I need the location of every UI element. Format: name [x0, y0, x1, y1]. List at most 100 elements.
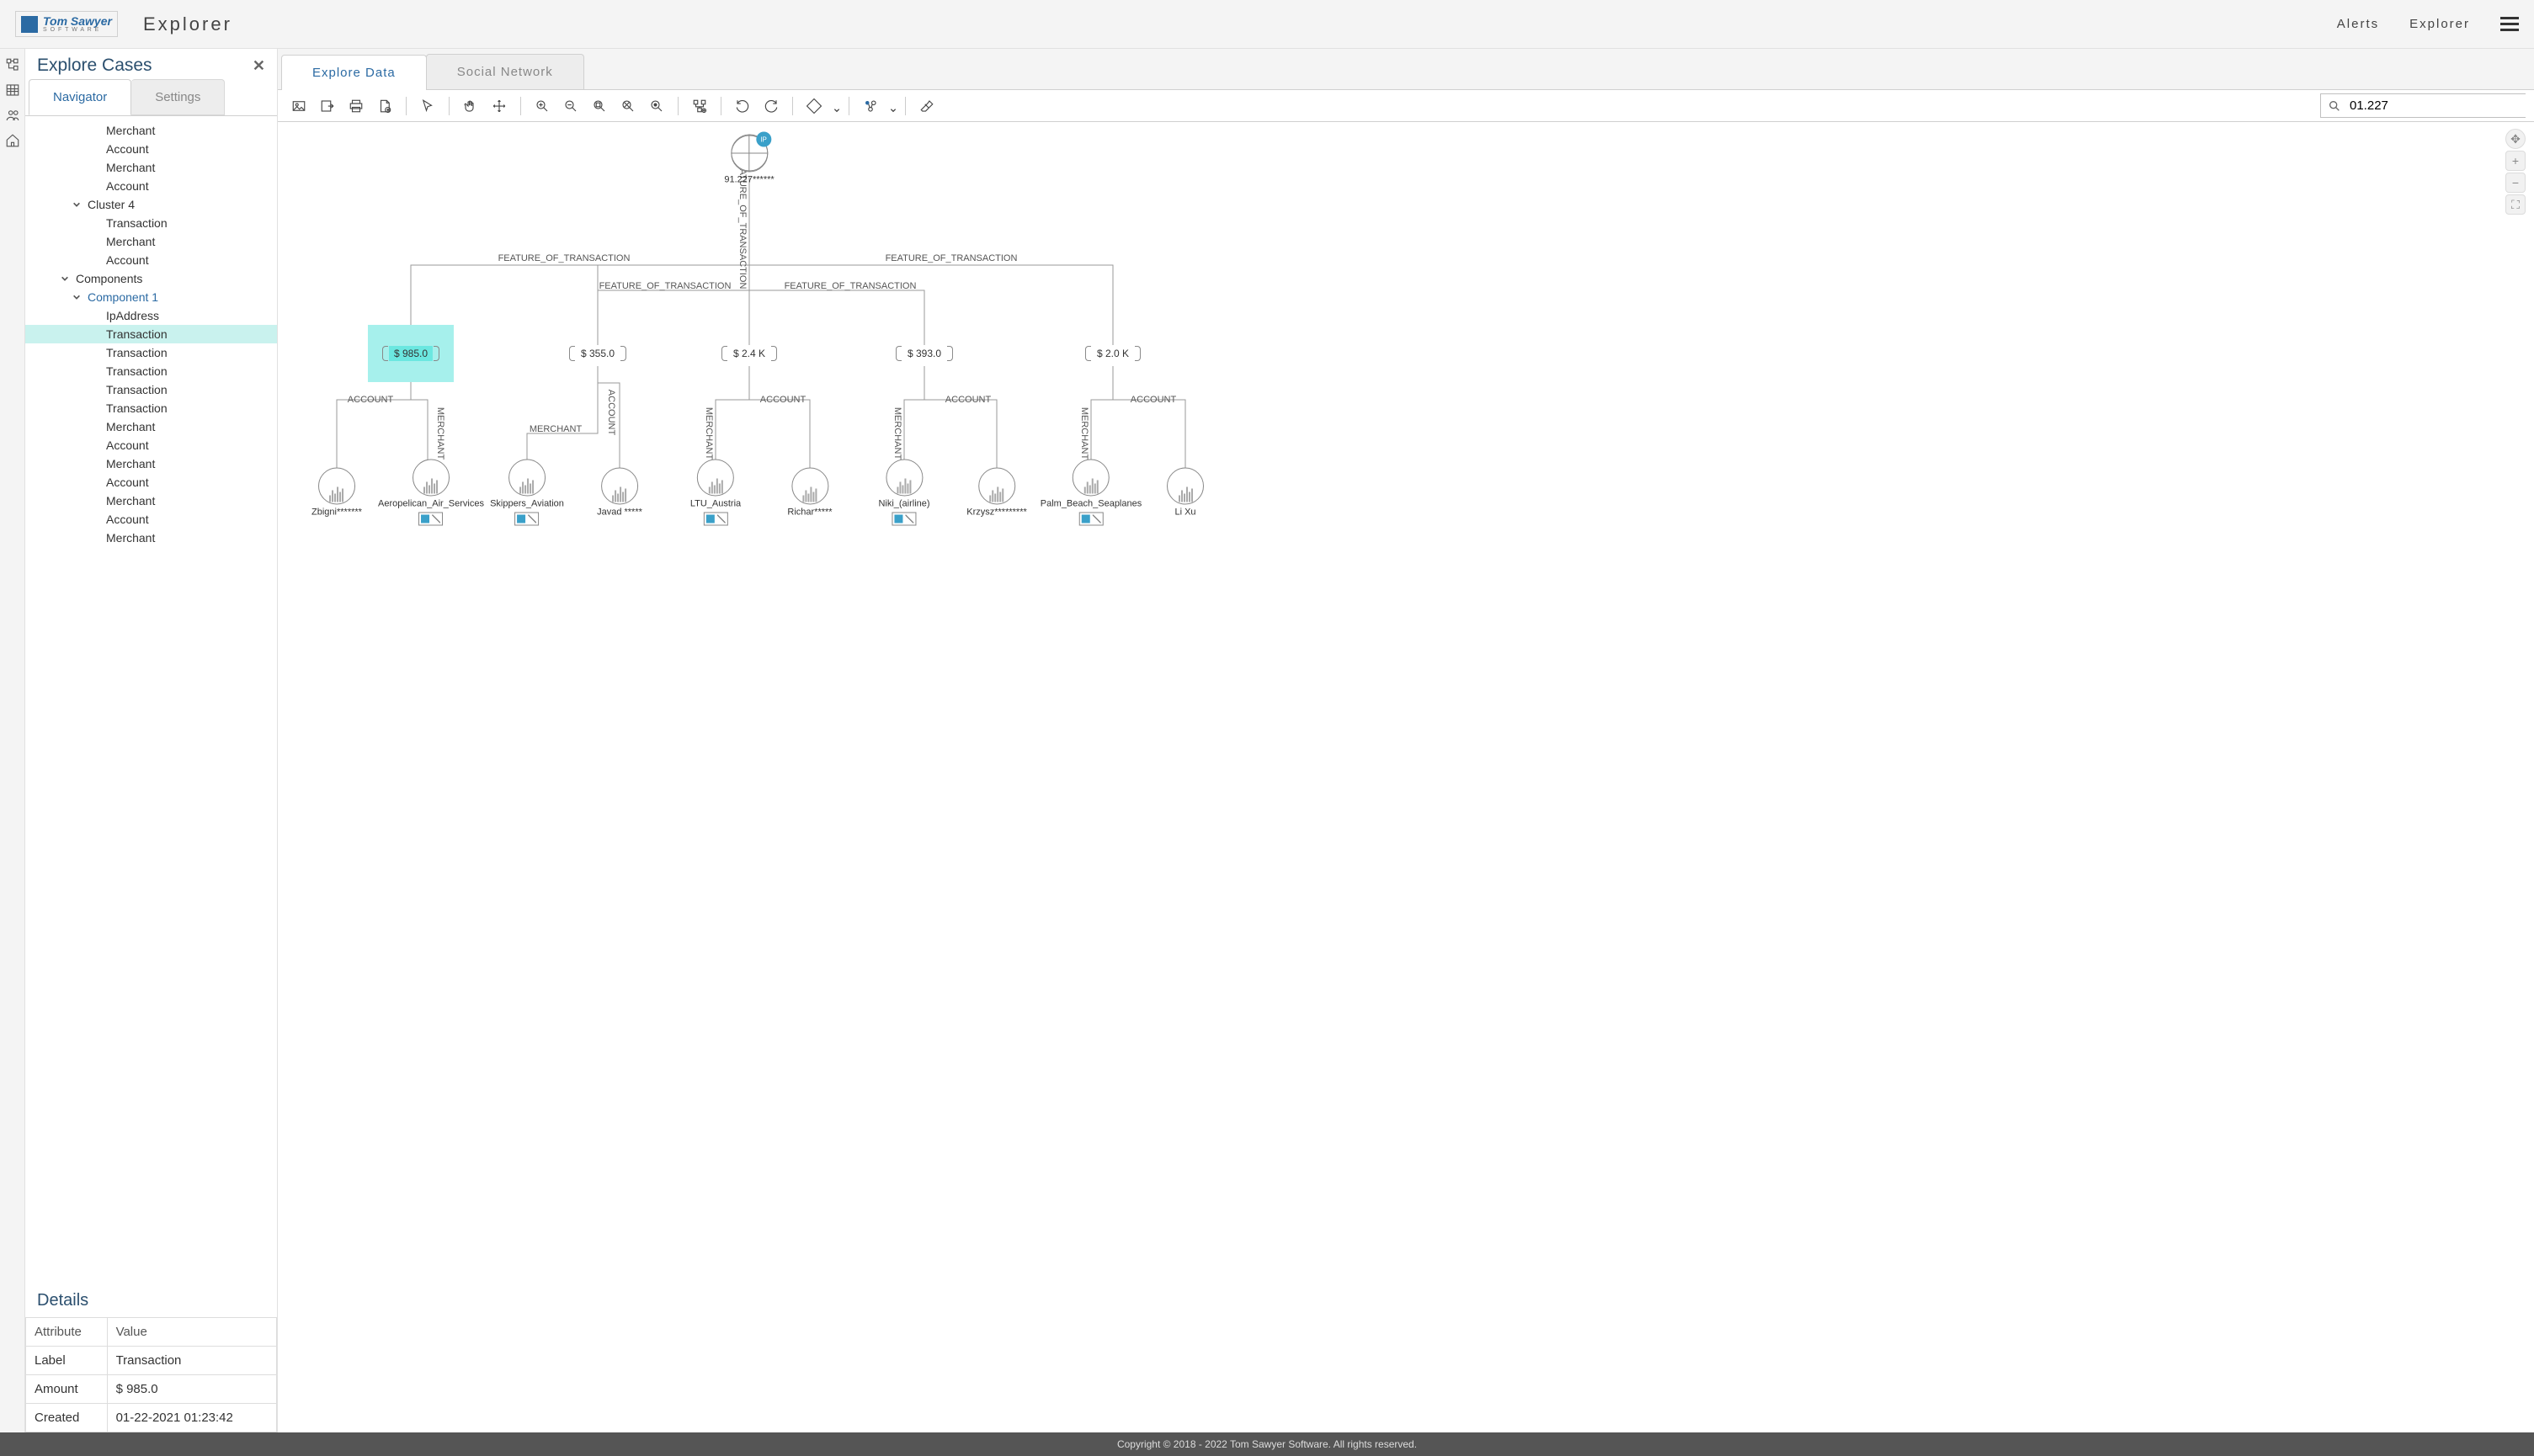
node-account[interactable]: Li Xu	[1167, 468, 1204, 518]
details-cell: Amount	[26, 1375, 108, 1404]
sidebar: Explore Cases ✕ Navigator Settings Merch…	[25, 49, 278, 1432]
tab-explore-data[interactable]: Explore Data	[281, 55, 427, 90]
node-account[interactable]: Javad *****	[597, 468, 642, 518]
pointer-icon[interactable]	[415, 94, 440, 118]
export-icon[interactable]	[315, 94, 340, 118]
node-account[interactable]: Krzysz*********	[966, 468, 1027, 518]
tree-item[interactable]: Merchant	[25, 158, 277, 177]
rail-tree-icon[interactable]	[5, 57, 20, 72]
zoom-out-button[interactable]: −	[2505, 173, 2526, 193]
node-transaction[interactable]: $ 393.0	[902, 346, 946, 361]
footer: Copyright © 2018 - 2022 Tom Sawyer Softw…	[0, 1432, 2534, 1456]
rail-people-icon[interactable]	[5, 108, 20, 123]
image-export-icon[interactable]	[286, 94, 311, 118]
tree-group-component1[interactable]: Component 1	[25, 288, 277, 306]
tree-item[interactable]: Account	[25, 251, 277, 269]
tree-item[interactable]: Merchant	[25, 454, 277, 473]
node-merchant[interactable]: Palm_Beach_Seaplanes	[1041, 460, 1142, 526]
graph-canvas[interactable]: FEATURE_OF_TRANSACTION FEATURE_OF_TRANSA…	[278, 122, 2534, 1432]
pan-hand-icon[interactable]	[458, 94, 483, 118]
tree-item[interactable]: Merchant	[25, 529, 277, 547]
filter-nodes-icon[interactable]	[858, 94, 883, 118]
node-merchant[interactable]: Aeropelican_Air_Services	[378, 460, 484, 526]
tree-item[interactable]: Account	[25, 510, 277, 529]
tree-item[interactable]: Account	[25, 140, 277, 158]
tree-item[interactable]: Account	[25, 436, 277, 454]
logo-text-top: Tom Sawyer	[43, 15, 112, 27]
filter-dropdown-icon[interactable]	[890, 103, 897, 109]
tree-item-selected[interactable]: Transaction	[25, 325, 277, 343]
tree-item[interactable]: Transaction	[25, 362, 277, 380]
zoom-in-button[interactable]: +	[2505, 151, 2526, 171]
navigator-tree[interactable]: Merchant Account Merchant Account Cluste…	[25, 115, 277, 1284]
subtab-settings[interactable]: Settings	[131, 79, 225, 115]
menu-icon[interactable]	[2500, 17, 2519, 31]
fullscreen-icon[interactable]: ⛶	[2505, 194, 2526, 215]
merchant-icon	[703, 513, 727, 526]
node-ip[interactable]: IP 91.227******	[724, 136, 774, 185]
chevron-down-icon	[72, 293, 83, 301]
graph-toolbar	[278, 89, 2534, 122]
subtab-navigator[interactable]: Navigator	[29, 79, 131, 115]
tree-item[interactable]: Merchant	[25, 492, 277, 510]
node-merchant[interactable]: Niki_(airline)	[878, 460, 929, 526]
edge-label: MERCHANT	[1079, 407, 1089, 460]
tab-social-network[interactable]: Social Network	[426, 54, 584, 89]
node-transaction[interactable]: $ 2.0 K	[1092, 346, 1134, 361]
tree-group-cluster4[interactable]: Cluster 4	[25, 195, 277, 214]
tree-item[interactable]: Transaction	[25, 214, 277, 232]
pan-control-icon[interactable]: ✥	[2505, 129, 2526, 149]
node-transaction[interactable]: $ 2.4 K	[728, 346, 770, 361]
merchant-icon	[892, 513, 917, 526]
close-icon[interactable]: ✕	[253, 57, 265, 75]
zoom-out-icon[interactable]	[558, 94, 583, 118]
tree-item[interactable]: Transaction	[25, 343, 277, 362]
edge-label: ACCOUNT	[606, 390, 616, 435]
tree-item[interactable]: Account	[25, 473, 277, 492]
redo-icon[interactable]	[759, 94, 784, 118]
details-title: Details	[25, 1284, 277, 1317]
logo[interactable]: Tom Sawyer S O F T W A R E	[15, 11, 118, 37]
details-cell: Created	[26, 1404, 108, 1432]
eraser-icon[interactable]	[914, 94, 940, 118]
edge-label: MERCHANT	[530, 424, 582, 434]
node-merchant[interactable]: LTU_Austria	[690, 460, 741, 526]
zoom-fit-icon[interactable]	[615, 94, 641, 118]
tree-item[interactable]: Transaction	[25, 399, 277, 417]
nav-explorer[interactable]: Explorer	[2409, 17, 2470, 31]
edge-label: MERCHANT	[892, 407, 902, 460]
nav-alerts[interactable]: Alerts	[2337, 17, 2379, 31]
node-account[interactable]: Richar*****	[787, 468, 832, 518]
move-icon[interactable]	[487, 94, 512, 118]
node-account[interactable]: Zbigni*******	[311, 468, 362, 518]
zoom-area-icon[interactable]	[587, 94, 612, 118]
node-merchant[interactable]: Skippers_Aviation	[490, 460, 564, 526]
node-transaction[interactable]: $ 355.0	[576, 346, 620, 361]
undo-icon[interactable]	[730, 94, 755, 118]
print-icon[interactable]	[343, 94, 369, 118]
rail-table-icon[interactable]	[5, 82, 20, 98]
tree-item[interactable]: Merchant	[25, 417, 277, 436]
chevron-down-icon	[72, 200, 83, 209]
tree-group-components[interactable]: Components	[25, 269, 277, 288]
node-transaction-selected[interactable]: $ 985.0	[389, 346, 433, 361]
style-dropdown-icon[interactable]	[833, 103, 840, 109]
rail-home-icon[interactable]	[5, 133, 20, 148]
merchant-icon	[1078, 513, 1103, 526]
tree-item[interactable]: Transaction	[25, 380, 277, 399]
graph-search[interactable]	[2320, 93, 2526, 118]
style-icon[interactable]	[801, 94, 827, 118]
details-header-attr: Attribute	[26, 1318, 108, 1347]
edge-label: ACCOUNT	[945, 395, 991, 405]
zoom-reset-icon[interactable]	[644, 94, 669, 118]
tree-item[interactable]: Merchant	[25, 232, 277, 251]
tree-item[interactable]: Merchant	[25, 121, 277, 140]
edge-label: FEATURE_OF_TRANSACTION	[886, 253, 1018, 263]
graph-search-input[interactable]	[2348, 98, 2519, 114]
tree-item[interactable]: IpAddress	[25, 306, 277, 325]
edge-label: MERCHANT	[435, 407, 445, 460]
auto-layout-icon[interactable]	[687, 94, 712, 118]
tree-item[interactable]: Account	[25, 177, 277, 195]
zoom-in-icon[interactable]	[530, 94, 555, 118]
document-add-icon[interactable]	[372, 94, 397, 118]
